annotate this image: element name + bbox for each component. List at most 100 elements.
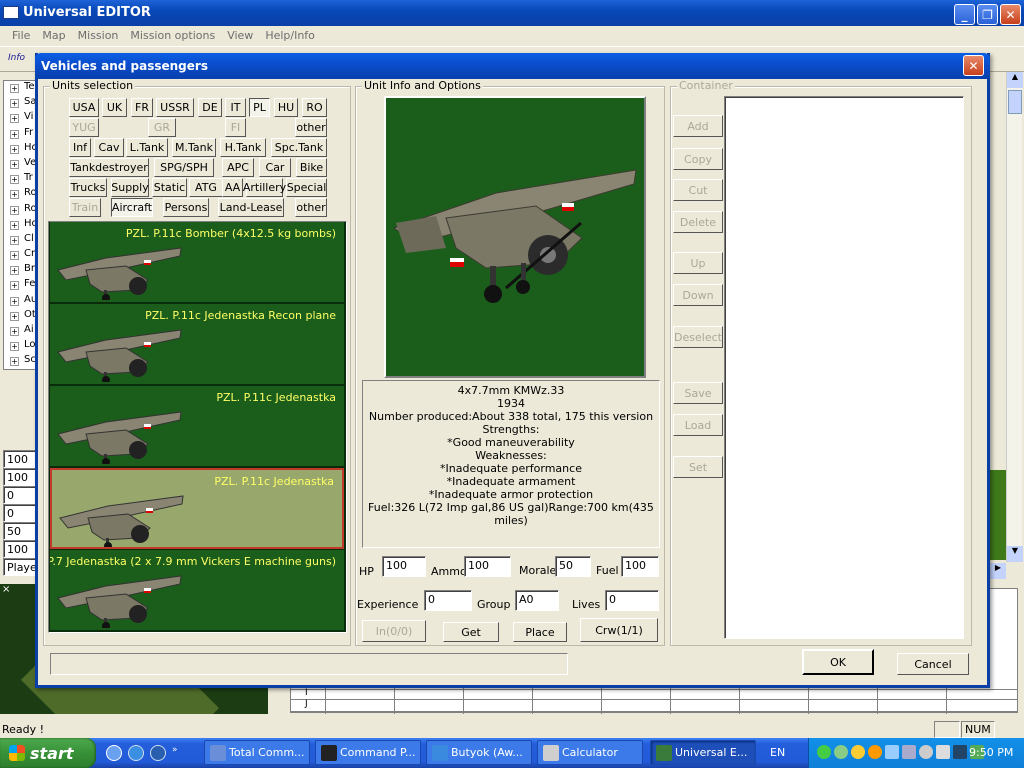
map-hscroll-right-icon[interactable]: ▶ (990, 563, 1006, 579)
unit-filter-ro-button[interactable]: RO (302, 98, 327, 117)
container-add-button[interactable]: Add (673, 115, 723, 137)
map-vertical-scrollbar[interactable]: ▲ ▼ (1006, 72, 1023, 562)
unit-filter-inf-button[interactable]: Inf (69, 138, 91, 157)
taskbar-universal-e-button[interactable]: Universal E... (650, 740, 756, 765)
taskbar-calculator-button[interactable]: Calculator (537, 740, 643, 765)
crew-button[interactable]: Crw(1/1) (580, 618, 658, 642)
unit-filter-ussr-button[interactable]: USSR (156, 98, 194, 117)
unit-filter-spg-sph-button[interactable]: SPG/SPH (154, 158, 214, 177)
unit-filter-aa-button[interactable]: AA (222, 178, 243, 197)
tree-expand-icon[interactable]: + (10, 357, 19, 367)
quicklaunch-ie-icon[interactable] (128, 745, 144, 761)
taskbar-total-comm-button[interactable]: Total Comm... (204, 740, 310, 765)
unit-filter-pl-button[interactable]: PL (249, 98, 270, 117)
tray-icon[interactable] (817, 745, 831, 759)
menu-map[interactable]: Map (36, 29, 71, 42)
quicklaunch-browser-icon[interactable] (106, 745, 122, 761)
unit-filter-cav-button[interactable]: Cav (94, 138, 124, 157)
tray-icon[interactable] (919, 745, 933, 759)
morale-field[interactable]: 50 (555, 556, 591, 577)
scroll-thumb[interactable] (1008, 90, 1022, 114)
unit-filter-it-button[interactable]: IT (225, 98, 246, 117)
ok-button[interactable]: OK (802, 649, 874, 675)
unit-filter-l-tank-button[interactable]: L.Tank (126, 138, 168, 157)
unit-filter-atg-button[interactable]: ATG (189, 178, 223, 197)
unit-filter-m-tank-button[interactable]: M.Tank (172, 138, 216, 157)
app-title-bar[interactable]: Universal EDITOR _ ❐ ✕ (0, 0, 1024, 26)
list-item[interactable]: PZL. P.11c Bomber (4x12.5 kg bombs) (50, 222, 344, 303)
unit-filter-bike-button[interactable]: Bike (296, 158, 327, 177)
language-indicator[interactable]: EN (770, 746, 785, 759)
tree-expand-icon[interactable]: + (10, 220, 19, 230)
tray-icon[interactable] (902, 745, 916, 759)
unit-filter-tankdestroyer-button[interactable]: Tankdestroyer (69, 158, 149, 177)
container-delete-button[interactable]: Delete (673, 211, 723, 233)
container-set-button[interactable]: Set (673, 456, 723, 478)
tray-icon[interactable] (953, 745, 967, 759)
container-copy-button[interactable]: Copy (673, 148, 723, 170)
tree-expand-icon[interactable]: + (10, 205, 19, 215)
restore-icon[interactable]: ❐ (977, 4, 998, 25)
tray-icon[interactable] (936, 745, 950, 759)
unit-filter-uk-button[interactable]: UK (102, 98, 127, 117)
tree-expand-icon[interactable]: + (10, 84, 19, 93)
container-down-button[interactable]: Down (673, 284, 723, 306)
unit-filter-land-lease-button[interactable]: Land-Lease (218, 198, 284, 217)
unit-filter-spc-tank-button[interactable]: Spc.Tank (271, 138, 327, 157)
tree-expand-icon[interactable]: + (10, 281, 19, 291)
start-button[interactable]: start (0, 738, 96, 768)
minimize-icon[interactable]: _ (954, 4, 975, 25)
tree-expand-icon[interactable]: + (10, 296, 19, 306)
tree-expand-icon[interactable]: + (10, 342, 19, 352)
tree-expand-icon[interactable]: + (10, 129, 19, 139)
close-icon[interactable]: ✕ (1000, 4, 1021, 25)
dialog-close-icon[interactable]: ✕ (963, 55, 984, 76)
close-icon[interactable]: × (2, 584, 10, 595)
tree-expand-icon[interactable]: + (10, 114, 19, 124)
tree-expand-icon[interactable]: + (10, 99, 19, 109)
unit-filter-hu-button[interactable]: HU (274, 98, 298, 117)
unit-filter-yug-button[interactable]: YUG (69, 118, 99, 137)
fuel-field[interactable]: 100 (621, 556, 659, 577)
tree-expand-icon[interactable]: + (10, 311, 19, 321)
tree-expand-icon[interactable]: + (10, 159, 19, 169)
list-item[interactable]: PZL. P.7 Jedenastka (2 x 7.9 mm Vickers … (50, 550, 344, 631)
unit-filter-apc-button[interactable]: APC (222, 158, 254, 177)
tray-icon[interactable] (885, 745, 899, 759)
container-save-button[interactable]: Save (673, 382, 723, 404)
get-button[interactable]: Get (443, 622, 499, 642)
quicklaunch-media-icon[interactable] (150, 745, 166, 761)
menu-view[interactable]: View (221, 29, 259, 42)
taskbar-command-p-button[interactable]: Command P... (315, 740, 421, 765)
unit-filter-other-button[interactable]: other (295, 118, 327, 137)
unit-filter-de-button[interactable]: DE (198, 98, 222, 117)
quicklaunch-more-icon[interactable]: » (172, 745, 180, 761)
info-button[interactable]: Info (8, 53, 25, 63)
unit-filter-persons-button[interactable]: Persons (163, 198, 209, 217)
in-button[interactable]: In(0/0) (362, 620, 426, 642)
tree-expand-icon[interactable]: + (10, 266, 19, 276)
scroll-up-icon[interactable]: ▲ (1007, 72, 1023, 88)
container-up-button[interactable]: Up (673, 252, 723, 274)
menu-file[interactable]: File (6, 29, 36, 42)
hp-field[interactable]: 100 (382, 556, 426, 577)
experience-field[interactable]: 0 (424, 590, 472, 611)
menu-mission[interactable]: Mission (72, 29, 125, 42)
unit-filter-special-button[interactable]: Special (286, 178, 327, 197)
unit-filter-static-button[interactable]: Static (152, 178, 187, 197)
group-field[interactable]: A0 (515, 590, 559, 611)
unit-filter-supply-button[interactable]: Supply (111, 178, 149, 197)
unit-filter-artillery-button[interactable]: Artillery (243, 178, 286, 197)
unit-filter-train-button[interactable]: Train (69, 198, 101, 217)
unit-filter-gr-button[interactable]: GR (148, 118, 176, 137)
unit-list[interactable]: PZL. P.11c Bomber (4x12.5 kg bombs) PZL. … (48, 221, 347, 633)
list-item[interactable]: PZL. P.11c Jedenastka (50, 386, 344, 467)
taskbar-butyok-aw-button[interactable]: Butyok (Aw... (426, 740, 532, 765)
unit-filter-h-tank-button[interactable]: H.Tank (220, 138, 266, 157)
unit-filter-trucks-button[interactable]: Trucks (69, 178, 107, 197)
tree-expand-icon[interactable]: + (10, 251, 19, 261)
tree-expand-icon[interactable]: + (10, 190, 19, 200)
unit-filter-fi-button[interactable]: FI (225, 118, 246, 137)
menu-mission-options[interactable]: Mission options (124, 29, 221, 42)
list-item[interactable]: PZL. P.11c Jedenastka (50, 468, 344, 549)
